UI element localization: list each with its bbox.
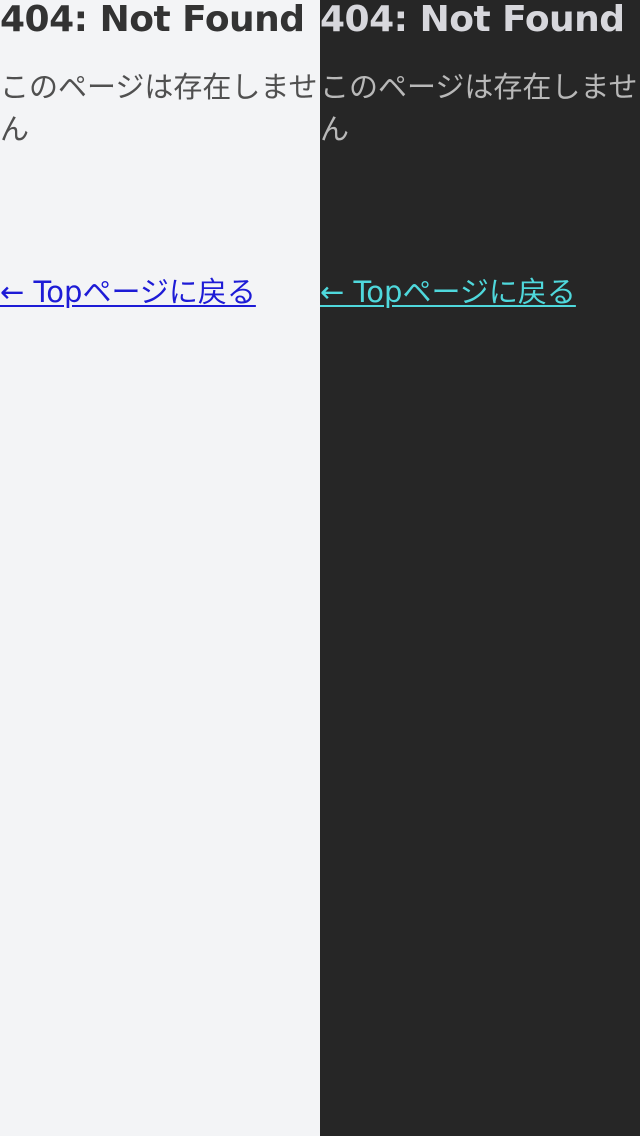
dark-theme-pane: 404: Not Found このページは存在しません ← Topページに戻る	[320, 0, 640, 1136]
light-theme-pane: 404: Not Found このページは存在しません ← Topページに戻る	[0, 0, 320, 1136]
split-view: 404: Not Found このページは存在しません ← Topページに戻る …	[0, 0, 640, 1136]
back-to-top-link[interactable]: ← Topページに戻る	[0, 272, 256, 312]
back-to-top-link[interactable]: ← Topページに戻る	[320, 272, 576, 312]
not-found-message: このページは存在しません	[0, 70, 318, 146]
not-found-message: このページは存在しません	[320, 70, 638, 146]
page-title: 404: Not Found	[0, 0, 305, 40]
page-title: 404: Not Found	[320, 0, 625, 40]
